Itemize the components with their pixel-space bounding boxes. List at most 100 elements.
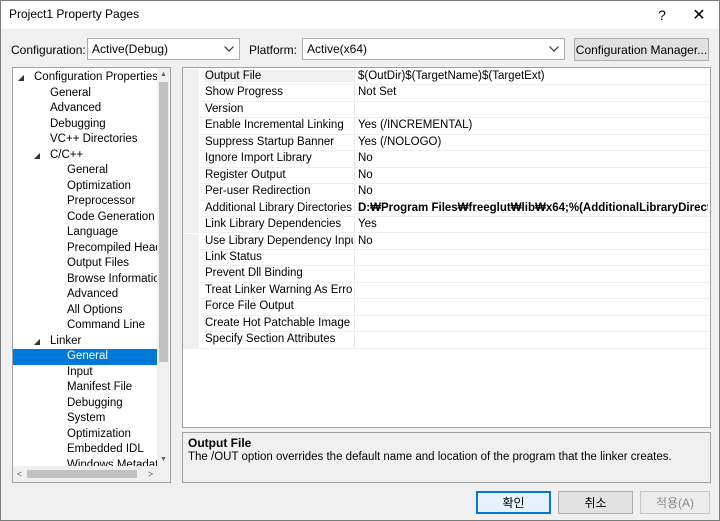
scroll-down-icon[interactable]: ▼ — [157, 453, 170, 466]
column-divider[interactable] — [354, 118, 355, 134]
tree-item[interactable]: Manifest File — [13, 380, 157, 396]
expanded-triangle-icon[interactable]: ◢ — [32, 334, 42, 349]
row-gutter — [183, 332, 199, 348]
tree-item[interactable]: All Options — [13, 303, 157, 319]
property-row[interactable]: Link Status — [183, 249, 710, 267]
apply-button[interactable]: 적용(A) — [640, 491, 710, 514]
property-value[interactable]: No — [358, 235, 708, 247]
tree-item[interactable]: Embedded IDL — [13, 442, 157, 458]
property-row[interactable]: Version — [183, 101, 710, 119]
tree-item[interactable]: Precompiled Heade — [13, 241, 157, 257]
configuration-manager-button[interactable]: Configuration Manager... — [574, 38, 709, 61]
scroll-right-icon[interactable]: > — [144, 466, 157, 482]
column-divider[interactable] — [354, 184, 355, 200]
scroll-up-icon[interactable]: ▲ — [157, 68, 170, 81]
property-row[interactable]: Additional Library Directories D:₩Program… — [183, 200, 710, 217]
tree-item[interactable]: Optimization — [13, 179, 157, 195]
property-value[interactable]: D:₩Program Files₩freeglut₩lib₩x64;%(Addi… — [358, 202, 708, 214]
tree-item[interactable]: Preprocessor — [13, 194, 157, 210]
column-divider[interactable] — [354, 266, 355, 282]
platform-dropdown[interactable]: Active(x64) — [302, 38, 565, 60]
property-row[interactable]: Per-user Redirection No — [183, 184, 710, 201]
property-row[interactable]: Prevent Dll Binding — [183, 266, 710, 283]
tree-item[interactable]: ◢ Linker — [13, 334, 157, 350]
description-text: The /OUT option overrides the default na… — [188, 451, 672, 463]
property-row[interactable]: Suppress Startup Banner Yes (/NOLOGO) — [183, 134, 710, 152]
configuration-dropdown[interactable]: Active(Debug) — [87, 38, 240, 60]
column-divider[interactable] — [354, 134, 355, 151]
property-row[interactable]: Create Hot Patchable Image — [183, 315, 710, 333]
tree-item[interactable]: Code Generation — [13, 210, 157, 226]
tree-item[interactable]: ◢ Configuration Properties — [13, 70, 157, 86]
column-divider[interactable] — [354, 249, 355, 266]
column-divider[interactable] — [354, 217, 355, 233]
property-value[interactable]: No — [358, 152, 708, 164]
column-divider[interactable] — [354, 167, 355, 184]
tree-item[interactable]: General — [13, 163, 157, 179]
scroll-left-icon[interactable]: < — [13, 466, 26, 482]
tree-item[interactable]: Debugging — [13, 117, 157, 133]
column-divider[interactable] — [354, 69, 355, 85]
help-button[interactable]: ? — [644, 1, 680, 29]
tree-item[interactable]: General — [13, 86, 157, 102]
tree-item[interactable]: Advanced — [13, 287, 157, 303]
column-divider[interactable] — [354, 101, 355, 118]
property-row[interactable]: Link Library Dependencies Yes — [183, 217, 710, 234]
row-gutter — [183, 184, 199, 200]
column-divider[interactable] — [354, 85, 355, 101]
tree-item-label: Debugging — [50, 117, 106, 130]
property-value[interactable]: Yes (/INCREMENTAL) — [358, 119, 708, 131]
expanded-triangle-icon[interactable]: ◢ — [32, 148, 42, 163]
column-divider[interactable] — [354, 200, 355, 216]
property-row[interactable]: Use Library Dependency Inputs No — [183, 233, 710, 250]
tree-item[interactable]: Windows Metadata — [13, 458, 157, 467]
tree-item[interactable]: Browse Information — [13, 272, 157, 288]
property-row[interactable]: Output File $(OutDir)$(TargetName)$(Targe… — [183, 69, 710, 86]
tree-item[interactable]: Command Line — [13, 318, 157, 334]
property-row[interactable]: Enable Incremental Linking Yes (/INCREMEN… — [183, 118, 710, 135]
property-value[interactable]: Yes (/NOLOGO) — [358, 136, 708, 148]
tree-item[interactable]: System — [13, 411, 157, 427]
tree-item[interactable]: Debugging — [13, 396, 157, 412]
column-divider[interactable] — [354, 282, 355, 299]
row-gutter — [183, 217, 199, 233]
property-grid: Output File $(OutDir)$(TargetName)$(Targe… — [182, 67, 711, 428]
close-button[interactable]: ✕ — [681, 1, 717, 29]
property-row[interactable]: Force File Output — [183, 299, 710, 316]
column-divider[interactable] — [354, 332, 355, 348]
tree-item[interactable]: VC++ Directories — [13, 132, 157, 148]
hscroll-thumb[interactable] — [27, 470, 137, 478]
property-row[interactable]: Ignore Import Library No — [183, 151, 710, 168]
tree-vertical-scrollbar[interactable]: ▲ ▼ — [157, 68, 170, 466]
column-divider[interactable] — [354, 299, 355, 315]
ok-button[interactable]: 확인 — [476, 491, 551, 514]
property-name: Version — [205, 102, 244, 115]
property-name: Per-user Redirection — [205, 185, 311, 198]
scroll-thumb[interactable] — [159, 82, 168, 362]
column-divider[interactable] — [354, 233, 355, 249]
property-value[interactable]: $(OutDir)$(TargetName)$(TargetExt) — [358, 70, 708, 82]
column-divider[interactable] — [354, 315, 355, 332]
tree-horizontal-scrollbar[interactable]: < > — [13, 466, 157, 482]
property-value[interactable]: No — [358, 185, 708, 197]
property-name: Show Progress — [205, 86, 283, 99]
tree-item-label: Debugging — [67, 396, 123, 409]
property-row[interactable]: Show Progress Not Set — [183, 85, 710, 102]
property-row[interactable]: Specify Section Attributes — [183, 332, 710, 349]
tree-item[interactable]: Input — [13, 365, 157, 381]
property-value[interactable]: No — [358, 169, 708, 181]
expanded-triangle-icon[interactable]: ◢ — [16, 70, 26, 85]
property-value[interactable]: Yes — [358, 218, 708, 230]
property-row[interactable]: Register Output No — [183, 167, 710, 185]
tree-item[interactable]: ◢ C/C++ — [13, 148, 157, 164]
property-row[interactable]: Treat Linker Warning As Errors — [183, 282, 710, 300]
property-tree: ◢ Configuration Properties General Advanced… — [12, 67, 171, 483]
tree-item[interactable]: Optimization — [13, 427, 157, 443]
property-value[interactable]: Not Set — [358, 86, 708, 98]
cancel-button[interactable]: 취소 — [558, 491, 633, 514]
tree-item[interactable]: Output Files — [13, 256, 157, 272]
tree-item[interactable]: General — [13, 349, 157, 365]
column-divider[interactable] — [354, 151, 355, 167]
tree-item[interactable]: Language — [13, 225, 157, 241]
tree-item[interactable]: Advanced — [13, 101, 157, 117]
